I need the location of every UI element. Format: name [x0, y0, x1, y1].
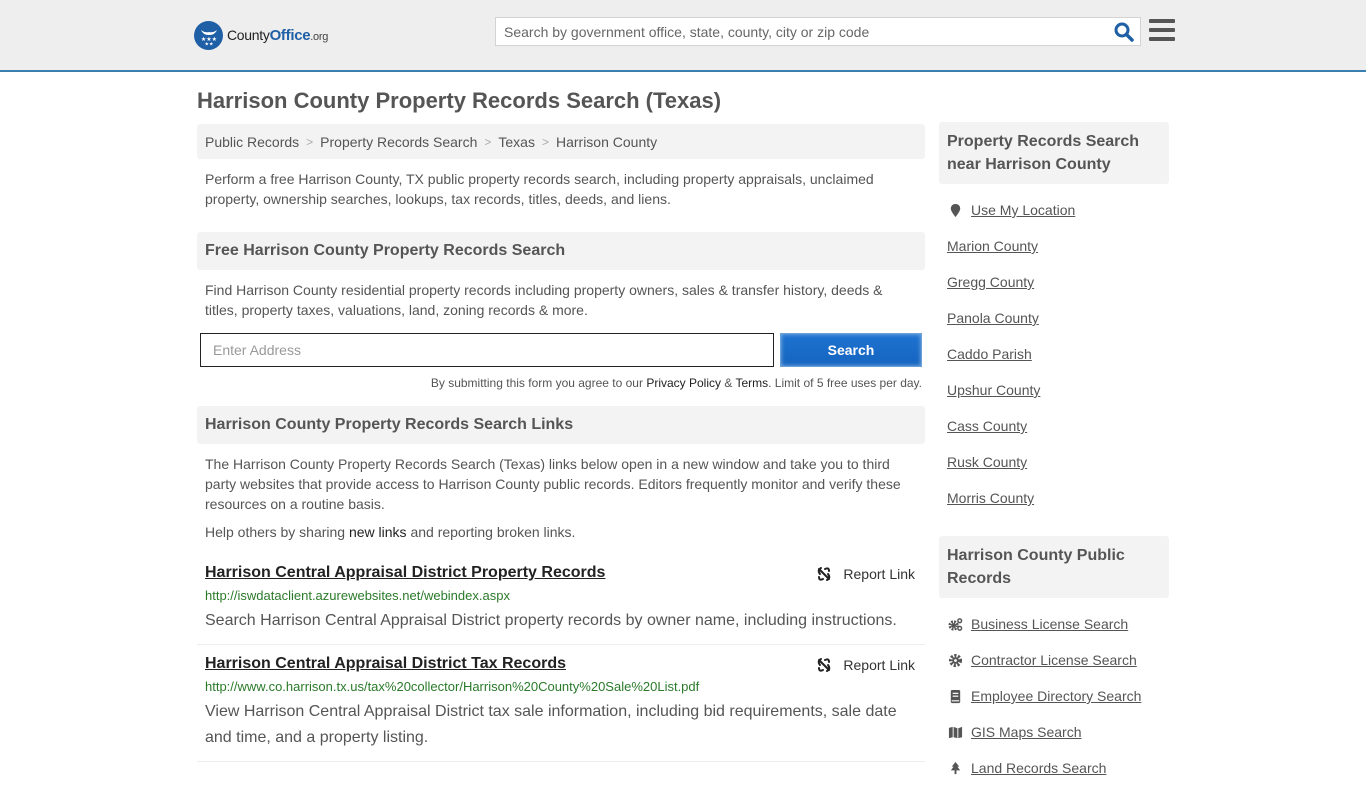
public-records-list: Business License Search Contractor Licen…: [939, 606, 1169, 786]
breadcrumb: Public Records > Property Records Search…: [197, 124, 925, 159]
new-links-link[interactable]: new links: [349, 524, 407, 540]
nearby-county-link[interactable]: Gregg County: [947, 274, 1034, 290]
public-record-item: Contractor License Search: [947, 642, 1161, 678]
report-link-button[interactable]: Report Link: [816, 657, 915, 673]
address-search-form: Search: [197, 333, 925, 367]
resource-link-description: View Harrison Central Appraisal District…: [205, 703, 897, 746]
logo-text: CountyOffice.org: [227, 26, 329, 44]
breadcrumb-separator: >: [306, 134, 314, 149]
address-input[interactable]: [200, 333, 774, 367]
free-search-heading: Free Harrison County Property Records Se…: [197, 232, 925, 270]
main-content: Public Records > Property Records Search…: [197, 124, 925, 762]
site-search-input[interactable]: [496, 18, 1096, 45]
sidebar: Property Records Search near Harrison Co…: [939, 122, 1169, 786]
use-my-location-link[interactable]: Use My Location: [971, 202, 1075, 218]
nearby-county-link[interactable]: Marion County: [947, 238, 1038, 254]
broken-link-icon: [818, 567, 831, 581]
free-search-text: Find Harrison County residential propert…: [205, 282, 883, 318]
resource-link-description: Search Harrison Central Appraisal Distri…: [205, 612, 897, 629]
terms-link[interactable]: Terms: [735, 376, 768, 390]
nearby-county-item: Upshur County: [947, 372, 1161, 408]
nearby-county-item: Panola County: [947, 300, 1161, 336]
nearby-county-item: Gregg County: [947, 264, 1161, 300]
nearby-county-link[interactable]: Morris County: [947, 490, 1034, 506]
tree-icon: [947, 760, 963, 776]
cogs-icon: [947, 616, 963, 632]
page-title: Harrison County Property Records Search …: [197, 88, 722, 113]
address-search-button[interactable]: Search: [780, 333, 922, 367]
broken-link-icon: [818, 658, 831, 672]
privacy-policy-link[interactable]: Privacy Policy: [646, 376, 721, 390]
use-my-location-item: Use My Location: [947, 192, 1161, 228]
public-record-link[interactable]: Business License Search: [971, 616, 1128, 632]
hamburger-menu-icon[interactable]: [1149, 19, 1175, 43]
nearby-county-link[interactable]: Cass County: [947, 418, 1027, 434]
resource-link-url: http://www.co.harrison.tx.us/tax%20colle…: [205, 679, 700, 694]
resource-link-title[interactable]: Harrison Central Appraisal District Prop…: [205, 564, 605, 582]
logo-link[interactable]: ★★★ ★★ CountyOffice.org: [194, 20, 328, 50]
breadcrumb-harrison-county[interactable]: Harrison County: [556, 134, 657, 150]
public-records-heading: Harrison County Public Records: [939, 536, 1169, 598]
nearby-county-item: Rusk County: [947, 444, 1161, 480]
nearby-county-item: Marion County: [947, 228, 1161, 264]
site-search-box: [495, 17, 1141, 46]
book-icon: [947, 688, 963, 704]
nearby-county-link[interactable]: Upshur County: [947, 382, 1040, 398]
breadcrumb-separator: >: [541, 134, 549, 149]
public-record-link[interactable]: Contractor License Search: [971, 652, 1137, 668]
public-record-link[interactable]: Employee Directory Search: [971, 688, 1141, 704]
nearby-list: Use My Location Marion County Gregg Coun…: [939, 192, 1169, 516]
nearby-county-link[interactable]: Caddo Parish: [947, 346, 1032, 362]
intro-text: Perform a free Harrison County, TX publi…: [205, 171, 874, 207]
report-link-button[interactable]: Report Link: [816, 566, 915, 582]
map-marker-icon: [947, 202, 963, 218]
resource-link-item: Harrison Central Appraisal District Tax …: [197, 645, 925, 762]
resource-link-title[interactable]: Harrison Central Appraisal District Tax …: [205, 655, 566, 673]
links-intro-text: The Harrison County Property Records Sea…: [205, 456, 901, 512]
nearby-heading: Property Records Search near Harrison Co…: [939, 122, 1169, 184]
public-record-link[interactable]: Land Records Search: [971, 760, 1106, 776]
breadcrumb-public-records[interactable]: Public Records: [205, 134, 299, 150]
breadcrumb-separator: >: [484, 134, 492, 149]
resource-link-url: http://iswdataclient.azurewebsites.net/w…: [205, 588, 510, 603]
search-icon[interactable]: [1114, 22, 1134, 42]
nearby-county-link[interactable]: Rusk County: [947, 454, 1027, 470]
help-text: Help others by sharing new links and rep…: [205, 524, 576, 540]
resource-link-item: Harrison Central Appraisal District Prop…: [197, 554, 925, 645]
map-icon: [947, 724, 963, 740]
public-record-link[interactable]: GIS Maps Search: [971, 724, 1082, 740]
nearby-county-item: Morris County: [947, 480, 1161, 516]
form-disclaimer: By submitting this form you agree to our…: [430, 376, 922, 390]
breadcrumb-texas[interactable]: Texas: [498, 134, 535, 150]
logo-eagle-icon: ★★★ ★★: [194, 20, 223, 50]
nearby-county-item: Caddo Parish: [947, 336, 1161, 372]
site-header: ★★★ ★★ CountyOffice.org: [0, 0, 1366, 72]
breadcrumb-property-records-search[interactable]: Property Records Search: [320, 134, 477, 150]
public-record-item: Business License Search: [947, 606, 1161, 642]
nearby-county-link[interactable]: Panola County: [947, 310, 1039, 326]
public-record-item: Land Records Search: [947, 750, 1161, 786]
svg-text:★★: ★★: [204, 42, 213, 47]
gear-icon: [947, 652, 963, 668]
public-record-item: Employee Directory Search: [947, 678, 1161, 714]
nearby-county-item: Cass County: [947, 408, 1161, 444]
links-heading: Harrison County Property Records Search …: [197, 406, 925, 444]
public-record-item: GIS Maps Search: [947, 714, 1161, 750]
